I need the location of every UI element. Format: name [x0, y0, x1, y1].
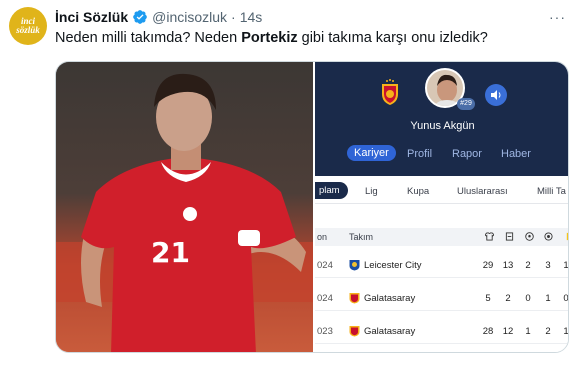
tab-profil[interactable]: Profil — [407, 148, 432, 160]
row-apps: 28 — [482, 326, 494, 337]
author-name[interactable]: İnci Sözlük — [55, 9, 128, 25]
assist-icon — [544, 232, 553, 241]
tab-rapor[interactable]: Rapor — [452, 148, 482, 160]
more-options-icon[interactable]: ··· — [549, 9, 566, 25]
sub-tabs: plam Lig Kupa Uluslararası Milli Ta — [315, 180, 568, 204]
row-assists: 2 — [545, 326, 551, 337]
row-season: 024 — [317, 260, 333, 271]
substitution-icon — [505, 232, 514, 241]
subtab-uluslararasi[interactable]: Uluslararası — [457, 186, 508, 197]
tweet-timestamp[interactable]: 14s — [240, 9, 263, 25]
subtab-milli-takim[interactable]: Milli Ta — [537, 186, 566, 197]
player-photo[interactable]: 21 — [56, 62, 313, 352]
row-team[interactable]: Leicester City — [364, 260, 422, 271]
row-apps: 5 — [485, 293, 491, 304]
header-team: Takım — [349, 232, 374, 242]
tweet-header: İnci Sözlük @incisozluk · 14s — [55, 8, 262, 26]
tweet-text-part3: gibi takıma karşı onu izledik? — [297, 30, 488, 46]
player-photo-illustration: 21 — [56, 62, 313, 352]
verified-badge-icon — [133, 10, 147, 24]
avatar-text-line2: sözlük — [16, 25, 40, 35]
row-goals: 2 — [525, 260, 531, 271]
row-goals: 0 — [525, 293, 531, 304]
row-apps: 29 — [482, 260, 494, 271]
row-team[interactable]: Galatasaray — [364, 293, 415, 304]
row-starts: 12 — [502, 326, 514, 337]
table-row[interactable]: 024 Leicester City 29 13 2 3 1 — [315, 252, 569, 278]
row-cards: 1 — [563, 260, 569, 271]
separator-dot: · — [231, 9, 236, 25]
tab-kariyer[interactable]: Kariyer — [347, 145, 396, 161]
shirt-icon — [485, 232, 494, 241]
subtab-lig[interactable]: Lig — [365, 186, 378, 197]
row-team[interactable]: Galatasaray — [364, 326, 415, 337]
row-starts: 13 — [502, 260, 514, 271]
row-assists: 1 — [545, 293, 551, 304]
row-assists: 3 — [545, 260, 551, 271]
subtab-toplam[interactable]: plam — [315, 182, 348, 199]
table-row[interactable]: 024 Galatasaray 5 2 0 1 0 — [315, 285, 569, 311]
author-handle[interactable]: @incisozluk — [152, 9, 227, 25]
table-header: on Takım — [315, 228, 568, 246]
ball-icon — [525, 232, 534, 241]
galatasaray-crest-icon — [382, 79, 398, 105]
tweet-text: Neden milli takımda? Neden Portekiz gibi… — [55, 30, 488, 46]
row-cards: 0 — [563, 293, 569, 304]
row-cards: 1 — [563, 326, 569, 337]
author-avatar[interactable]: inci sözlük — [9, 7, 47, 45]
app-screenshot[interactable]: #29 Yunus Akgün Kariyer Profil Rapor Hab… — [315, 62, 569, 352]
tweet-text-part1: Neden milli takımda? Neden — [55, 30, 242, 46]
row-season: 023 — [317, 326, 333, 337]
shirt-number-badge: #29 — [457, 98, 475, 110]
main-tabs: Kariyer Profil Rapor Haber — [315, 142, 568, 168]
header-season: on — [317, 232, 328, 242]
tweet-media[interactable]: 21 #29 Yunus Akgün Kariyer Profil Rapor … — [55, 61, 569, 353]
speaker-icon[interactable] — [485, 84, 507, 106]
leicester-city-logo-icon — [349, 260, 360, 271]
row-starts: 2 — [505, 293, 511, 304]
galatasaray-logo-icon — [349, 326, 360, 337]
card-icon — [566, 232, 568, 241]
tweet-text-bold: Portekiz — [241, 30, 298, 46]
tab-haber[interactable]: Haber — [501, 148, 531, 160]
galatasaray-logo-icon — [349, 293, 360, 304]
subtab-kupa[interactable]: Kupa — [407, 186, 429, 197]
player-name: Yunus Akgün — [410, 120, 475, 132]
row-goals: 1 — [525, 326, 531, 337]
table-row[interactable]: 023 Galatasaray 28 12 1 2 1 — [315, 318, 569, 344]
row-season: 024 — [317, 293, 333, 304]
jersey-number: 21 — [151, 236, 190, 269]
